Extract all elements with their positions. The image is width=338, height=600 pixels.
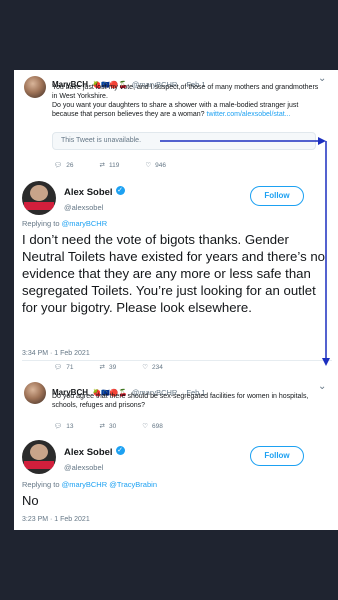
arrow-head-right-icon: [318, 137, 326, 145]
arrow-head-down-icon: [322, 358, 330, 366]
annotation-arrow: [160, 137, 330, 366]
